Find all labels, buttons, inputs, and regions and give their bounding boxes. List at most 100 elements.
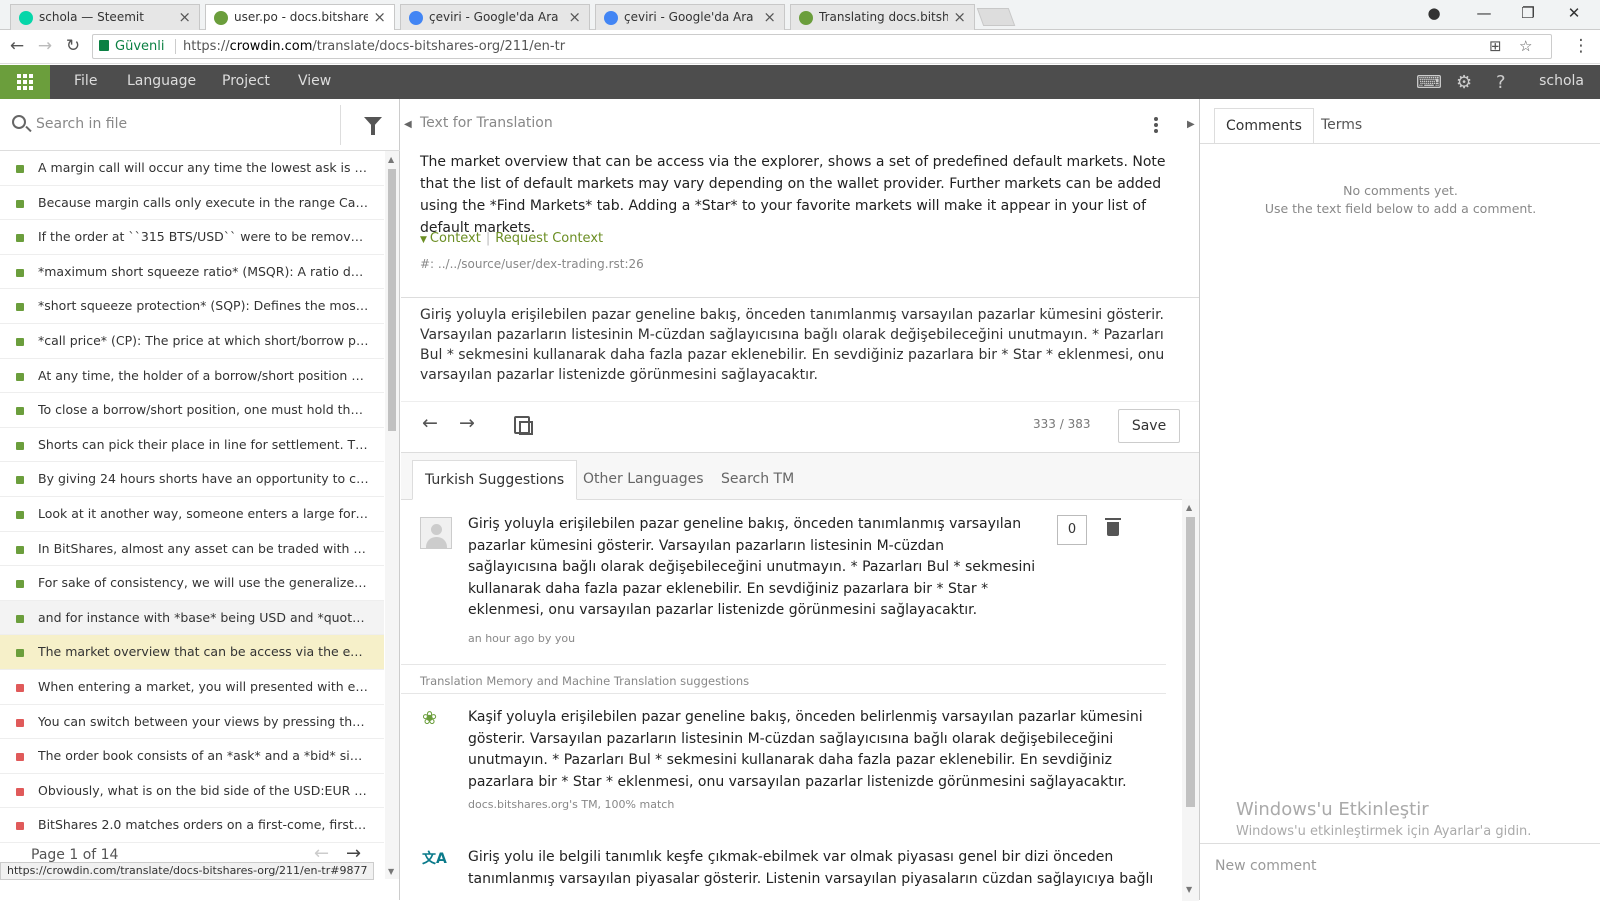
tab-search-tm[interactable]: Search TM xyxy=(709,460,806,500)
string-row[interactable]: *call price* (CP): The price at which sh… xyxy=(0,324,384,359)
translated-status-icon xyxy=(16,303,24,312)
string-row[interactable]: For sake of consistency, we will use the… xyxy=(0,566,384,601)
close-tab-icon[interactable]: × xyxy=(763,8,776,26)
string-row[interactable]: By giving 24 hours shorts have an opport… xyxy=(0,462,384,497)
string-row[interactable]: and for instance with *base* being USD a… xyxy=(0,600,384,636)
translated-status-icon xyxy=(16,337,24,346)
close-window-icon[interactable]: ✕ xyxy=(1556,4,1592,26)
minimize-icon[interactable]: — xyxy=(1466,4,1502,26)
collapse-right-panel-icon[interactable]: ▶ xyxy=(1187,119,1197,130)
suggestion-text[interactable]: Giriş yoluyla erişilebilen pazar genelin… xyxy=(468,514,1038,622)
string-row[interactable]: When entering a market, you will present… xyxy=(0,670,384,705)
profile-icon[interactable]: ● xyxy=(1416,4,1452,26)
url-text[interactable]: https://crowdin.com/translate/docs-bitsh… xyxy=(183,39,565,54)
string-row[interactable]: BitShares 2.0 matches orders on a first-… xyxy=(0,808,384,843)
vote-count[interactable]: 0 xyxy=(1057,515,1087,545)
string-row[interactable]: To close a borrow/short position, one mu… xyxy=(0,393,384,428)
browser-menu-icon[interactable]: ⋮ xyxy=(1570,36,1592,58)
close-tab-icon[interactable]: × xyxy=(373,8,386,26)
string-text: You can switch between your views by pre… xyxy=(38,713,370,729)
suggestion-text[interactable]: Kaşif yoluyla erişilebilen pazar genelin… xyxy=(468,707,1158,793)
menu-language[interactable]: Language xyxy=(127,73,196,89)
next-string-icon[interactable]: → xyxy=(453,412,481,440)
scroll-down-icon[interactable]: ▼ xyxy=(388,867,394,876)
scrollbar-thumb[interactable] xyxy=(1186,517,1195,807)
copy-source-icon[interactable] xyxy=(514,416,533,435)
tab-terms[interactable]: Terms xyxy=(1310,108,1373,144)
scroll-down-icon[interactable]: ▼ xyxy=(1186,885,1192,894)
string-row[interactable]: *short squeeze protection* (SQP): Define… xyxy=(0,289,384,324)
file-reference: #: ../../source/user/dex-trading.rst:26 xyxy=(420,257,644,271)
context-link[interactable]: Context xyxy=(430,231,481,246)
restore-icon[interactable]: ❐ xyxy=(1510,4,1546,26)
string-text: *call price* (CP): The price at which sh… xyxy=(38,332,370,348)
tab-other-languages[interactable]: Other Languages xyxy=(571,460,716,500)
scroll-up-icon[interactable]: ▲ xyxy=(1186,503,1192,512)
keyboard-icon[interactable]: ⌨ xyxy=(1416,72,1442,93)
more-options-icon[interactable] xyxy=(1154,117,1158,133)
strings-scrollbar[interactable]: ▲ ▼ xyxy=(385,151,399,879)
string-row[interactable]: The order book consists of an *ask* and … xyxy=(0,739,384,774)
steemit-favicon-icon xyxy=(19,11,33,25)
browser-tab-active[interactable]: user.po - docs.bitshares.or × xyxy=(205,4,395,30)
browser-tab[interactable]: çeviri - Google'da Ara × xyxy=(595,4,785,30)
string-text: Shorts can pick their place in line for … xyxy=(38,436,370,452)
close-tab-icon[interactable]: × xyxy=(178,8,191,26)
expand-context-icon[interactable]: ▼ xyxy=(420,235,427,245)
apps-grid-icon[interactable] xyxy=(0,65,50,99)
bookmark-star-icon[interactable]: ☆ xyxy=(1519,37,1532,55)
string-text: The market overview that can be access v… xyxy=(38,644,370,660)
string-row[interactable]: Because margin calls only execute in the… xyxy=(0,186,384,221)
mt-suggestion[interactable]: 文A Giriş yolu ile belgili tanımlık keşfe… xyxy=(401,834,1182,901)
browser-tab[interactable]: Translating docs.bitshares × xyxy=(790,4,975,30)
gear-icon[interactable]: ⚙ xyxy=(1456,72,1472,93)
browser-tab[interactable]: schola — Steemit × xyxy=(10,4,200,30)
string-text: *maximum short squeeze ratio* (MSQR): A … xyxy=(38,263,370,279)
browser-tab[interactable]: çeviri - Google'da Ara × xyxy=(400,4,590,30)
url-field[interactable]: Güvenli https://crowdin.com/translate/do… xyxy=(92,34,1552,59)
menu-project[interactable]: Project xyxy=(222,73,270,89)
next-page-icon[interactable]: → xyxy=(346,843,361,864)
search-in-file-input[interactable] xyxy=(36,111,326,137)
own-suggestion[interactable]: Giriş yoluyla erişilebilen pazar genelin… xyxy=(401,500,1182,664)
tab-comments[interactable]: Comments xyxy=(1214,108,1314,144)
tm-suggestion[interactable]: ❀ Kaşif yoluyla erişilebilen pazar genel… xyxy=(401,694,1182,834)
request-context-link[interactable]: Request Context xyxy=(495,231,603,246)
string-row[interactable]: In BitShares, almost any asset can be tr… xyxy=(0,532,384,567)
string-row-current[interactable]: The market overview that can be access v… xyxy=(0,635,384,670)
string-row[interactable]: Look at it another way, someone enters a… xyxy=(0,497,384,532)
reload-icon[interactable]: ↻ xyxy=(62,36,84,58)
string-row[interactable]: You can switch between your views by pre… xyxy=(0,705,384,740)
back-icon[interactable]: ← xyxy=(6,36,28,58)
scrollbar-thumb[interactable] xyxy=(388,169,396,431)
user-name[interactable]: schola xyxy=(1539,73,1584,89)
tab-turkish-suggestions[interactable]: Turkish Suggestions xyxy=(412,460,578,500)
help-icon[interactable]: ? xyxy=(1496,72,1506,93)
translate-page-icon[interactable]: ⊞ xyxy=(1489,37,1502,55)
string-row[interactable]: At any time, the holder of a borrow/shor… xyxy=(0,359,384,394)
suggestions-scrollbar[interactable]: ▲ ▼ xyxy=(1182,499,1199,901)
string-row[interactable]: If the order at ``315 BTS/USD`` were to … xyxy=(0,220,384,255)
menu-file[interactable]: File xyxy=(74,73,97,89)
new-comment-input[interactable] xyxy=(1215,854,1585,878)
translation-input[interactable]: Giriş yoluyla erişilebilen pazar genelin… xyxy=(420,305,1180,401)
new-tab-button[interactable] xyxy=(976,8,1016,26)
string-list[interactable]: A margin call will occur any time the lo… xyxy=(0,151,384,879)
suggestion-text[interactable]: Giriş yolu ile belgili tanımlık keşfe çı… xyxy=(468,847,1158,890)
scroll-up-icon[interactable]: ▲ xyxy=(388,155,394,164)
filter-icon[interactable] xyxy=(364,117,382,135)
save-button[interactable]: Save xyxy=(1118,409,1180,443)
string-row[interactable]: *maximum short squeeze ratio* (MSQR): A … xyxy=(0,255,384,290)
collapse-left-panel-icon[interactable]: ◀ xyxy=(404,119,414,130)
string-row[interactable]: Obviously, what is on the bid side of th… xyxy=(0,774,384,809)
previous-string-icon[interactable]: ← xyxy=(416,412,444,440)
close-tab-icon[interactable]: × xyxy=(953,8,966,26)
forward-icon[interactable]: → xyxy=(34,36,56,58)
close-tab-icon[interactable]: × xyxy=(568,8,581,26)
menu-view[interactable]: View xyxy=(298,73,331,89)
trash-icon[interactable] xyxy=(1105,518,1121,536)
string-row[interactable]: Shorts can pick their place in line for … xyxy=(0,428,384,463)
untranslated-status-icon xyxy=(16,787,24,796)
string-row[interactable]: A margin call will occur any time the lo… xyxy=(0,151,384,186)
previous-page-icon[interactable]: ← xyxy=(314,843,329,864)
